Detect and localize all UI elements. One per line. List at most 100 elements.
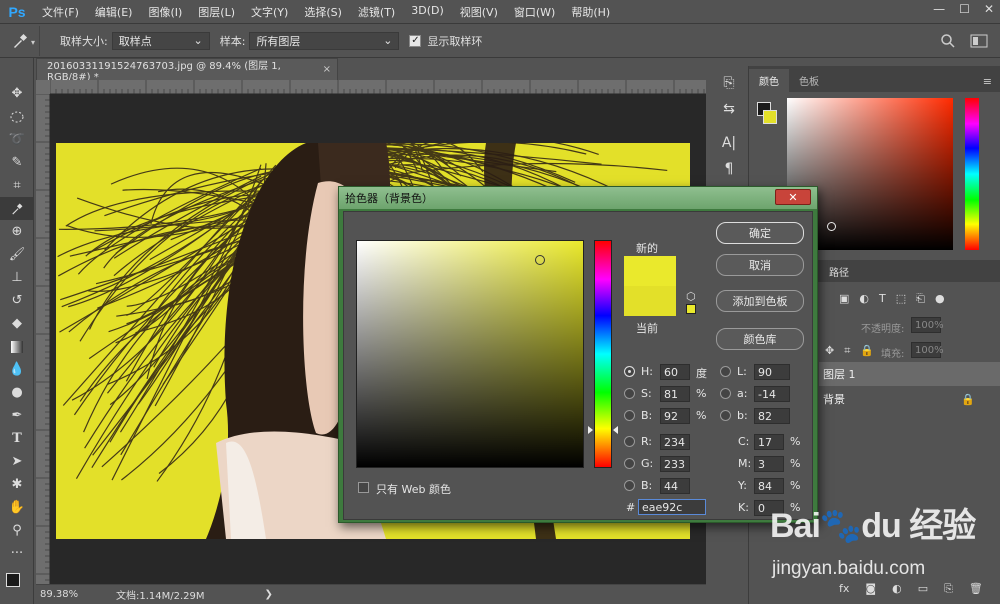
a-field[interactable]: -14 xyxy=(754,386,790,402)
cube-icon[interactable]: ⬡ xyxy=(686,290,696,303)
menu-item[interactable]: 帮助(H) xyxy=(563,4,618,20)
cancel-button[interactable]: 取消 xyxy=(716,254,804,276)
type-filter-icon[interactable]: T xyxy=(879,292,886,306)
zoom-tool[interactable]: ⚲ xyxy=(0,519,34,542)
hue-slider[interactable] xyxy=(594,240,612,468)
opacity-field[interactable]: 100% xyxy=(911,317,944,333)
shape-tool[interactable]: ✱ xyxy=(0,473,34,496)
status-arrow-icon[interactable]: ❯ xyxy=(265,589,273,600)
g-radio[interactable] xyxy=(624,458,635,469)
hue-slider-arrow-right[interactable] xyxy=(613,426,618,434)
add-to-swatches-button[interactable]: 添加到色板 xyxy=(716,290,804,312)
actions-panel-icon[interactable]: ⇆ xyxy=(714,96,744,122)
crop-tool[interactable]: ⌗ xyxy=(0,174,34,197)
tab-swatches[interactable]: 色板 xyxy=(789,69,829,92)
h-field[interactable]: 60 xyxy=(660,364,690,380)
s-field[interactable]: 81 xyxy=(660,386,690,402)
menu-item[interactable]: 文件(F) xyxy=(34,4,87,20)
menu-item[interactable]: 文字(Y) xyxy=(243,4,296,20)
menu-item[interactable]: 窗口(W) xyxy=(506,4,563,20)
menu-item[interactable]: 视图(V) xyxy=(452,4,506,20)
history-brush-tool[interactable]: ↺ xyxy=(0,289,34,312)
panel-menu-icon[interactable]: ≡ xyxy=(983,75,992,88)
lock-position-icon[interactable]: ✥ xyxy=(825,344,834,358)
s-radio[interactable] xyxy=(624,388,635,399)
menu-item[interactable]: 滤镜(T) xyxy=(350,4,403,20)
eyedropper-tool[interactable] xyxy=(0,197,34,220)
shape-filter-icon[interactable]: ⬚ xyxy=(896,292,906,306)
h-radio[interactable] xyxy=(624,366,635,377)
lab-b-radio[interactable] xyxy=(720,410,731,421)
layer-row-1[interactable]: 图层 1 xyxy=(819,362,1000,386)
current-color-swatch[interactable] xyxy=(624,286,676,316)
tab-paths[interactable]: 路径 xyxy=(829,264,849,279)
blue-field[interactable]: 44 xyxy=(660,478,690,494)
a-radio[interactable] xyxy=(720,388,731,399)
lasso-tool[interactable]: ➰ xyxy=(0,128,34,151)
marquee-tool[interactable] xyxy=(0,105,34,128)
hand-tool[interactable]: ✋ xyxy=(0,496,34,519)
blue-radio[interactable] xyxy=(624,480,635,491)
m-field[interactable]: 3 xyxy=(754,456,784,472)
b-field[interactable]: 92 xyxy=(660,408,690,424)
dialog-titlebar[interactable]: 拾色器（背景色） xyxy=(339,187,817,209)
smart-filter-icon[interactable]: ⎗ xyxy=(916,292,925,306)
layer-row-background[interactable]: 背景 🔒 xyxy=(819,388,1000,410)
healing-tool[interactable]: ⊕ xyxy=(0,220,34,243)
show-ring-checkbox[interactable]: ✓ xyxy=(409,34,422,47)
web-only-checkbox[interactable] xyxy=(358,482,369,493)
saturation-brightness-field[interactable] xyxy=(356,240,584,468)
foreground-swatch[interactable] xyxy=(6,573,20,587)
move-tool[interactable]: ✥ xyxy=(0,82,34,105)
panel-bg-swatch[interactable] xyxy=(763,110,777,124)
filter-toggle-icon[interactable]: ● xyxy=(935,292,945,306)
close-tab-icon[interactable]: × xyxy=(323,64,331,75)
l-radio[interactable] xyxy=(720,366,731,377)
vertical-ruler[interactable] xyxy=(36,93,50,584)
sample-size-select[interactable]: 取样点 ⌄ xyxy=(111,31,210,50)
dialog-close-button[interactable]: ✕ xyxy=(775,189,811,205)
menu-item[interactable]: 图像(I) xyxy=(140,4,190,20)
zoom-level[interactable]: 89.38% xyxy=(40,589,110,600)
type-tool[interactable]: T xyxy=(0,427,34,450)
more-tools[interactable]: ··· xyxy=(0,542,34,565)
color-hue-slider[interactable] xyxy=(965,98,979,250)
c-field[interactable]: 17 xyxy=(754,434,784,450)
dodge-tool[interactable]: ● xyxy=(0,381,34,404)
close-window-button[interactable]: ✕ xyxy=(984,2,994,16)
search-icon[interactable] xyxy=(940,33,956,49)
brush-tool[interactable]: 🖌 xyxy=(0,243,34,266)
r-field[interactable]: 234 xyxy=(660,434,690,450)
eraser-tool[interactable]: ◆ xyxy=(0,312,34,335)
hue-slider-arrow-left[interactable] xyxy=(588,426,593,434)
workspace-icon[interactable] xyxy=(970,34,988,48)
menu-item[interactable]: 图层(L) xyxy=(190,4,243,20)
gradient-tool[interactable] xyxy=(0,335,34,358)
character-panel-icon[interactable]: A| xyxy=(714,130,744,156)
menu-item[interactable]: 编辑(E) xyxy=(87,4,141,20)
fill-field[interactable]: 100% xyxy=(911,342,944,358)
lock-artboard-icon[interactable]: ⌗ xyxy=(844,344,850,358)
lab-b-field[interactable]: 82 xyxy=(754,408,790,424)
paragraph-panel-icon[interactable]: ¶ xyxy=(714,156,744,182)
ok-button[interactable]: 确定 xyxy=(716,222,804,244)
menu-item[interactable]: 3D(D) xyxy=(403,4,452,20)
g-field[interactable]: 233 xyxy=(660,456,690,472)
path-select-tool[interactable]: ➤ xyxy=(0,450,34,473)
stamp-tool[interactable]: ⊥ xyxy=(0,266,34,289)
menu-item[interactable]: 选择(S) xyxy=(296,4,350,20)
hex-field[interactable]: eae92c xyxy=(638,499,706,515)
eyedropper-tool-preset[interactable]: ▾ xyxy=(0,25,40,56)
blur-tool[interactable]: 💧 xyxy=(0,358,34,381)
web-safe-swatch[interactable] xyxy=(686,304,696,314)
image-filter-icon[interactable]: ▣ xyxy=(839,292,849,306)
pen-tool[interactable]: ✒ xyxy=(0,404,34,427)
y-field[interactable]: 84 xyxy=(754,478,784,494)
lock-all-icon[interactable]: 🔒 xyxy=(860,344,874,358)
r-radio[interactable] xyxy=(624,436,635,447)
minimize-button[interactable]: — xyxy=(933,2,945,16)
quick-select-tool[interactable]: ✎ xyxy=(0,151,34,174)
l-field[interactable]: 90 xyxy=(754,364,790,380)
adjust-filter-icon[interactable]: ◐ xyxy=(859,292,869,306)
history-panel-icon[interactable]: ⎘ xyxy=(714,70,744,96)
